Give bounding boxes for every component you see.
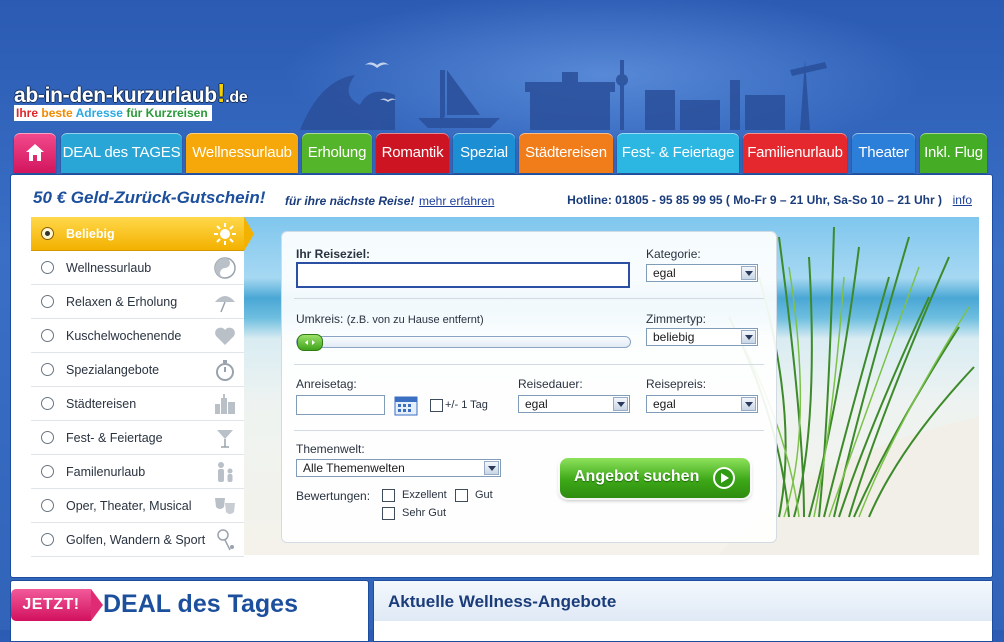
yin-yang-icon: [214, 257, 236, 279]
category-fest-feiertage[interactable]: Fest- & Feiertage: [31, 421, 244, 455]
rating-sehr-gut-label: Sehr Gut: [402, 507, 447, 519]
nav-inkl-flug[interactable]: Inkl. Flug: [920, 133, 987, 173]
kategorie-label: Kategorie:: [646, 247, 701, 261]
angebot-suchen-button[interactable]: Angebot suchen: [560, 458, 750, 498]
search-form: Ihr Reiseziel: Kategorie: egal Umkreis: …: [281, 231, 777, 543]
category-radio[interactable]: [41, 227, 54, 240]
theater-masks-icon: [215, 498, 235, 514]
reisepreis-select[interactable]: egal: [646, 395, 758, 413]
reisepreis-label: Reisepreis:: [646, 377, 707, 391]
rating-excellent-label: Exzellent: [402, 489, 447, 501]
rating-gut-label: Gut: [475, 489, 493, 501]
hotline-text: Hotline: 01805 - 95 85 99 95 ( Mo-Fr 9 –…: [567, 193, 942, 207]
wellness-offers-section: Aktuelle Wellness-Angebote: [373, 580, 993, 642]
skyline-illustration: [300, 60, 827, 130]
themenwelt-label: Themenwelt:: [296, 442, 365, 456]
nav-fest-feiertage[interactable]: Fest- & Feiertage: [617, 133, 739, 173]
promo-subline: für ihre nächste Reise!: [285, 194, 415, 208]
reisedauer-label: Reisedauer:: [518, 377, 583, 391]
nav-erholung[interactable]: Erholung: [302, 133, 372, 173]
destination-input[interactable]: [296, 262, 630, 288]
city-icon: [215, 394, 235, 414]
stopwatch-icon: [216, 360, 234, 381]
category-radio[interactable]: [41, 431, 54, 444]
umbrella-icon: [215, 296, 235, 313]
hotline-info-link[interactable]: info: [953, 193, 972, 207]
category-kuschelwochenende[interactable]: Kuschelwochenende: [31, 319, 244, 353]
category-wellnessurlaub[interactable]: Wellnessurlaub: [31, 251, 244, 285]
main-panel: 50 € Geld-Zurück-Gutschein! für ihre näc…: [10, 174, 993, 578]
family-icon: [218, 462, 233, 482]
rating-excellent-checkbox[interactable]: [382, 489, 395, 502]
nav-spezial[interactable]: Spezial: [453, 133, 515, 173]
logo-tagline: Ihre beste Adresse für Kurzreisen: [14, 105, 212, 121]
category-radio[interactable]: [41, 499, 54, 512]
chevron-down-icon: [741, 330, 756, 344]
category-radio[interactable]: [41, 261, 54, 274]
category-list: Beliebig Wellnessurlaub Relaxen & Erholu…: [31, 217, 254, 557]
themenwelt-select[interactable]: Alle Themenwelten: [296, 459, 501, 477]
category-oper-theater-musical[interactable]: Oper, Theater, Musical: [31, 489, 244, 523]
play-arrow-icon: [713, 467, 735, 489]
category-relaxen-erholung[interactable]: Relaxen & Erholung: [31, 285, 244, 319]
golf-icon: [217, 529, 234, 551]
calendar-icon[interactable]: [394, 394, 418, 416]
zimmertyp-select[interactable]: beliebig: [646, 328, 758, 346]
rating-gut-checkbox[interactable]: [455, 489, 468, 502]
category-beliebig[interactable]: Beliebig: [31, 217, 254, 251]
category-radio[interactable]: [41, 363, 54, 376]
promo-headline: 50 € Geld-Zurück-Gutschein!: [33, 188, 266, 207]
zimmertyp-label: Zimmertyp:: [646, 312, 706, 326]
category-radio[interactable]: [41, 295, 54, 308]
chevron-down-icon: [613, 397, 628, 411]
nav-staedtereisen[interactable]: Städtereisen: [519, 133, 613, 173]
promo-more-link[interactable]: mehr erfahren: [419, 194, 494, 208]
plusminus-checkbox[interactable]: [430, 399, 443, 412]
home-icon: [26, 144, 44, 161]
nav-romantik[interactable]: Romantik: [376, 133, 449, 173]
category-golfen-wandern-sport[interactable]: Golfen, Wandern & Sport: [31, 523, 244, 557]
category-spezialangebote[interactable]: Spezialangebote: [31, 353, 244, 387]
slider-handle[interactable]: [297, 334, 323, 351]
destination-label: Ihr Reiseziel:: [296, 247, 371, 261]
umkreis-slider[interactable]: [296, 334, 631, 351]
deal-des-tages-section: JETZT! DEAL des Tages: [10, 580, 369, 642]
wellness-offers-header: Aktuelle Wellness-Angebote: [374, 581, 992, 621]
wellness-offers-title: Aktuelle Wellness-Angebote: [388, 592, 617, 611]
anreise-label: Anreisetag:: [296, 377, 357, 391]
cocktail-icon: [217, 430, 233, 448]
nav-familienurlaub[interactable]: Familienurlaub: [743, 133, 847, 173]
nav-home-button[interactable]: [14, 133, 56, 173]
nav-wellnessurlaub[interactable]: Wellnessurlaub: [186, 133, 298, 173]
kategorie-select[interactable]: egal: [646, 264, 758, 282]
plusminus-label: +/- 1 Tag: [445, 399, 488, 411]
nav-deal-des-tages[interactable]: DEAL des TAGES: [61, 133, 182, 173]
chevron-down-icon: [741, 397, 756, 411]
category-radio[interactable]: [41, 397, 54, 410]
chevron-down-icon: [484, 461, 499, 475]
category-staedtereisen[interactable]: Städtereisen: [31, 387, 244, 421]
site-logo[interactable]: ab-in-den-kurzurlaub!.de Ihre beste Adre…: [14, 78, 264, 124]
heart-icon: [215, 327, 235, 345]
deal-title[interactable]: DEAL des Tages: [103, 590, 298, 619]
umkreis-label: Umkreis: (z.B. von zu Hause entfernt): [296, 312, 484, 326]
category-radio[interactable]: [41, 533, 54, 546]
slider-arrows-icon: [305, 340, 315, 345]
rating-sehr-gut-checkbox[interactable]: [382, 507, 395, 520]
jetzt-badge[interactable]: JETZT!: [11, 589, 103, 621]
bewertungen-label: Bewertungen:: [296, 489, 371, 503]
category-familenurlaub[interactable]: Familenurlaub: [31, 455, 244, 489]
anreise-input[interactable]: [296, 395, 385, 415]
sun-icon: [214, 223, 236, 245]
reisedauer-select[interactable]: egal: [518, 395, 630, 413]
category-radio[interactable]: [41, 329, 54, 342]
chevron-down-icon: [741, 266, 756, 280]
category-radio[interactable]: [41, 465, 54, 478]
nav-theater[interactable]: Theater: [852, 133, 915, 173]
